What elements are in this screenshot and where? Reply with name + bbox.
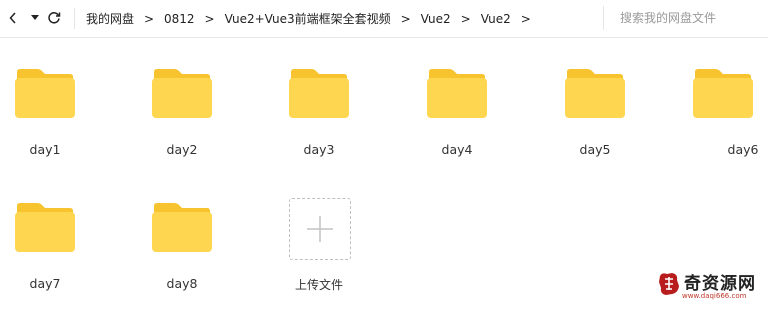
- folder-icon: [427, 69, 487, 118]
- refresh-icon[interactable]: [46, 10, 62, 26]
- breadcrumb-separator: >: [400, 11, 411, 26]
- folder-item[interactable]: day6: [678, 69, 768, 179]
- breadcrumb-item-vue2-current[interactable]: Vue2: [481, 12, 511, 26]
- folder-item[interactable]: day7: [0, 203, 90, 313]
- watermark: 奇资源网 www.daqi666.com: [654, 268, 768, 309]
- folder-label: day4: [441, 142, 473, 157]
- folder-icon: [289, 69, 349, 118]
- breadcrumb-separator: >: [204, 11, 215, 26]
- folder-label: day2: [166, 142, 198, 157]
- seal-icon: [659, 273, 679, 295]
- folder-icon: [152, 69, 212, 118]
- watermark-url: www.daqi666.com: [682, 292, 747, 300]
- breadcrumb-separator: >: [460, 11, 471, 26]
- chevron-left-icon[interactable]: [8, 10, 18, 26]
- watermark-brand: 奇资源网: [684, 274, 756, 294]
- breadcrumb-separator: >: [143, 11, 155, 26]
- breadcrumb-item-0812[interactable]: 0812: [164, 12, 195, 26]
- folder-label: day8: [166, 276, 198, 291]
- folder-item[interactable]: day3: [274, 69, 364, 179]
- folder-item[interactable]: day8: [137, 203, 227, 313]
- folder-icon: [565, 69, 625, 118]
- folder-item[interactable]: day2: [137, 69, 227, 179]
- upload-label: 上传文件: [294, 278, 343, 292]
- toolbar-divider: [74, 8, 75, 29]
- toolbar: 我的网盘 > 0812 > Vue2+Vue3前端框架全套视频 > Vue2 >…: [0, 0, 768, 38]
- breadcrumb-item-course[interactable]: Vue2+Vue3前端框架全套视频: [225, 10, 391, 27]
- caret-down-icon[interactable]: [30, 10, 40, 26]
- folder-label: day7: [29, 276, 61, 291]
- folder-label: day3: [303, 142, 335, 157]
- folder-label: day1: [29, 142, 61, 157]
- folder-label: day6: [727, 142, 759, 157]
- search-input[interactable]: [620, 11, 768, 25]
- search-box: [603, 6, 768, 30]
- breadcrumb-item-vue2[interactable]: Vue2: [421, 12, 451, 26]
- breadcrumb-separator: >: [520, 11, 531, 26]
- upload-file-tile[interactable]: 上传文件: [274, 198, 364, 308]
- folder-item[interactable]: day1: [0, 69, 90, 179]
- folder-icon: [15, 203, 75, 252]
- breadcrumb-item-root[interactable]: 我的网盘: [86, 10, 134, 27]
- folder-item[interactable]: day4: [412, 69, 502, 179]
- plus-icon: [307, 216, 333, 242]
- upload-button[interactable]: [289, 198, 351, 260]
- breadcrumb: 我的网盘 > 0812 > Vue2+Vue3前端框架全套视频 > Vue2 >…: [86, 0, 541, 37]
- folder-icon: [15, 69, 75, 118]
- folder-icon: [152, 203, 212, 252]
- folder-label: day5: [579, 142, 611, 157]
- folder-icon: [693, 69, 753, 118]
- folder-item[interactable]: day5: [550, 69, 640, 179]
